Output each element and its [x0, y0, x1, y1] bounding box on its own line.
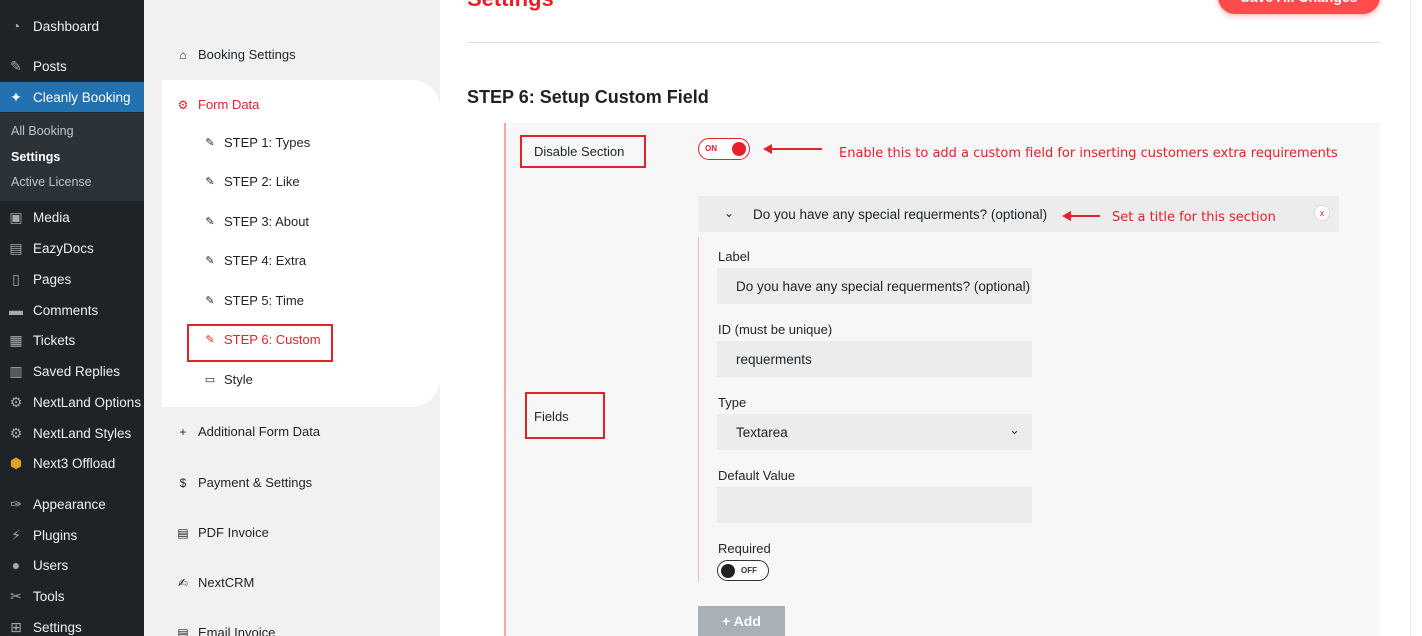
- field-body-border: [698, 237, 699, 582]
- id-input[interactable]: requerments: [717, 341, 1032, 377]
- doc-icon: ▤: [9, 239, 23, 256]
- field-section-title: Do you have any special requerments? (op…: [753, 207, 1048, 222]
- tab-payment-settings[interactable]: $ Payment & Settings: [176, 475, 313, 490]
- media-icon: ▣: [9, 208, 23, 225]
- gauge-icon: ◔: [11, 18, 21, 34]
- annotation-toggle-text: Enable this to add a custom field for in…: [839, 146, 1338, 161]
- tab-form-data[interactable]: ⚙ Form Data: [176, 97, 260, 112]
- save-all-changes-button[interactable]: Save All Changes: [1218, 0, 1380, 14]
- pin-icon: ✎: [10, 57, 22, 74]
- menu-item-appearance[interactable]: ✑ Appearance: [0, 489, 144, 519]
- pencil-icon: ✎: [205, 334, 215, 346]
- fields-label: Fields: [534, 409, 569, 424]
- pencil-icon: ✎: [205, 137, 215, 149]
- file-icon: ▤: [177, 525, 189, 540]
- menu-item-media[interactable]: ▣ Media: [0, 202, 144, 232]
- id-caption: ID (must be unique): [718, 322, 833, 337]
- monitor-icon: ▭: [204, 374, 216, 386]
- plus-icon: +: [179, 424, 187, 439]
- wrench-icon: ✂: [10, 587, 22, 604]
- annotation-title-text: Set a title for this section: [1112, 210, 1276, 225]
- menu-item-tools[interactable]: ✂ Tools: [0, 581, 144, 611]
- default-value-input[interactable]: [717, 487, 1032, 523]
- tab-nextcrm[interactable]: ✍ NextCRM: [176, 575, 254, 590]
- gear-icon: ⚙: [177, 97, 189, 112]
- required-toggle[interactable]: OFF: [717, 560, 769, 581]
- type-select[interactable]: Textarea ⌄: [717, 414, 1032, 450]
- annotation-arrow: [763, 144, 822, 154]
- gear-icon: ⚙: [9, 424, 23, 441]
- tab-step-6[interactable]: ✎ STEP 6: Custom: [204, 332, 320, 347]
- tab-step-3[interactable]: ✎ STEP 3: About: [204, 214, 309, 229]
- chevron-down-icon[interactable]: ⌄: [724, 206, 734, 220]
- label-caption: Label: [718, 249, 750, 264]
- menu-item-dashboard[interactable]: ◔ Dashboard: [0, 11, 144, 41]
- home-icon: ⌂: [179, 47, 187, 62]
- menu-item-users[interactable]: ● Users: [0, 550, 144, 580]
- tab-step-1[interactable]: ✎ STEP 1: Types: [204, 135, 310, 150]
- tab-email-invoice[interactable]: ▤ Email Invoice: [176, 625, 275, 636]
- menu-item-settings[interactable]: ⊞ Settings: [0, 612, 144, 636]
- disable-section-toggle[interactable]: ON: [698, 138, 750, 160]
- step-title: STEP 6: Setup Custom Field: [467, 87, 709, 107]
- menu-item-eazydocs[interactable]: ▤ EazyDocs: [0, 233, 144, 263]
- tab-additional-form-data[interactable]: + Additional Form Data: [176, 424, 320, 439]
- label-input[interactable]: Do you have any special requerments? (op…: [717, 268, 1032, 304]
- user-icon: ●: [11, 557, 21, 573]
- wp-admin-menu: ◔ Dashboard ✎ Posts ✦ Cleanly Booking All B…: [0, 0, 144, 636]
- menu-item-saved-replies[interactable]: ▥ Saved Replies: [0, 356, 144, 386]
- pencil-icon: ✎: [205, 216, 215, 228]
- submenu-all-booking[interactable]: All Booking: [11, 124, 74, 138]
- menu-item-posts[interactable]: ✎ Posts: [0, 51, 144, 81]
- tab-pdf-invoice[interactable]: ▤ PDF Invoice: [176, 525, 268, 540]
- menu-item-tickets[interactable]: ▦ Tickets: [0, 325, 144, 355]
- menu-item-pages[interactable]: ▯ Pages: [0, 264, 144, 294]
- remove-field-button[interactable]: x: [1314, 205, 1330, 221]
- plug-icon: ⚡: [11, 526, 21, 543]
- menu-item-next3-offload[interactable]: ⬢ Next3 Offload: [0, 448, 144, 478]
- tab-step-4[interactable]: ✎ STEP 4: Extra: [204, 253, 306, 268]
- menu-item-nextland-styles[interactable]: ⚙ NextLand Styles: [0, 418, 144, 448]
- pencil-icon: ✎: [205, 295, 215, 307]
- settings-icon: ⊞: [10, 618, 22, 635]
- cleanly-icon: ✦: [10, 88, 22, 105]
- submenu-active-license[interactable]: Active License: [11, 175, 92, 189]
- disable-section-label: Disable Section: [534, 144, 625, 159]
- chevron-down-icon: ⌄: [1009, 422, 1020, 437]
- pencil-icon: ✎: [205, 255, 215, 267]
- tab-step-5[interactable]: ✎ STEP 5: Time: [204, 293, 304, 308]
- default-value-caption: Default Value: [718, 468, 796, 483]
- comment-icon: ▬: [9, 302, 23, 318]
- annotation-arrow: [1062, 211, 1100, 221]
- menu-item-plugins[interactable]: ⚡ Plugins: [0, 520, 144, 550]
- book-icon: ▥: [9, 362, 23, 379]
- tab-booking-settings[interactable]: ⌂ Booking Settings: [176, 47, 295, 62]
- pencil-icon: ✎: [205, 176, 215, 188]
- dollar-icon: $: [179, 475, 187, 490]
- required-caption: Required: [718, 541, 771, 556]
- wp-submenu: All Booking Settings Active License: [0, 113, 144, 201]
- menu-item-comments[interactable]: ▬ Comments: [0, 295, 144, 325]
- file-icon: ▤: [177, 625, 189, 636]
- scrollbar[interactable]: [1410, 0, 1422, 636]
- tab-step-2[interactable]: ✎ STEP 2: Like: [204, 174, 299, 189]
- pages-icon: ▯: [12, 270, 20, 287]
- ticket-icon: ▦: [9, 331, 23, 348]
- hexagon-icon: ⬢: [9, 454, 23, 471]
- type-caption: Type: [718, 395, 747, 410]
- feather-icon: ✍: [177, 575, 189, 590]
- divider: [467, 42, 1380, 43]
- gear-icon: ⚙: [9, 393, 23, 410]
- page-title: Settings: [467, 0, 554, 12]
- menu-item-nextland-options[interactable]: ⚙ NextLand Options: [0, 387, 144, 417]
- brush-icon: ✑: [10, 495, 22, 512]
- submenu-settings[interactable]: Settings: [11, 150, 60, 164]
- menu-item-cleanly-booking[interactable]: ✦ Cleanly Booking: [0, 82, 144, 112]
- add-field-button[interactable]: + Add: [698, 606, 785, 636]
- tab-style[interactable]: ▭ Style: [204, 372, 253, 387]
